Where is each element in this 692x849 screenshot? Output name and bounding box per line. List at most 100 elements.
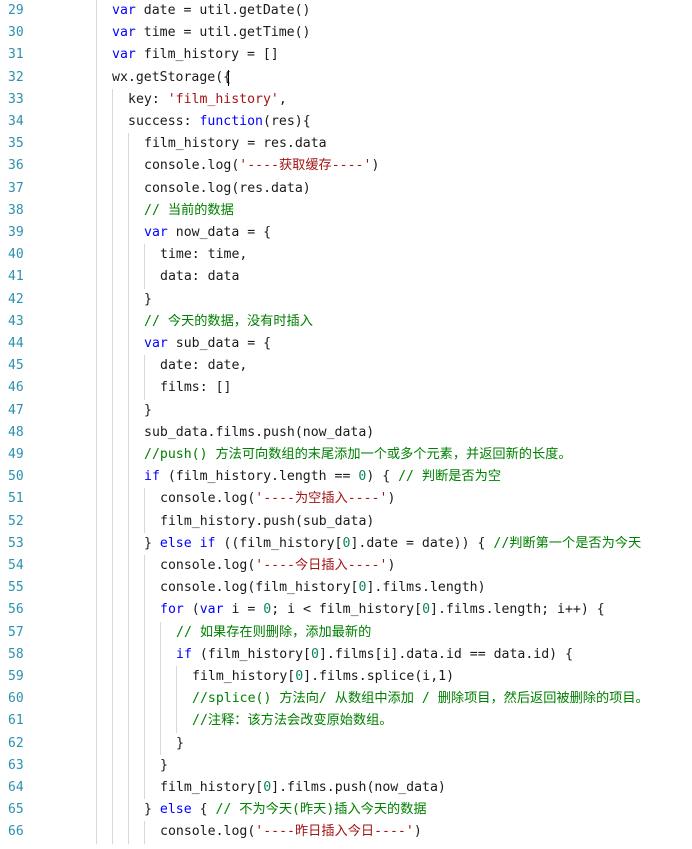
code-token: console.log( <box>160 824 256 840</box>
code-text: if (film_history[0].films[i].data.id == … <box>176 644 573 666</box>
code-line[interactable]: 59 film_history[0].films.splice(i,1) <box>0 666 692 689</box>
code-text: var date = util.getDate() <box>112 0 311 22</box>
indent-guide <box>96 222 97 245</box>
code-text: } <box>144 400 152 422</box>
code-line[interactable]: 57 // 如果存在则删除，添加最新的 <box>0 621 692 644</box>
code-text: film_history.push(sub_data) <box>160 511 374 533</box>
code-line[interactable]: 64 film_history[0].films.push(now_data) <box>0 777 692 800</box>
code-line[interactable]: 66 console.log('----昨日插入今日----') <box>0 821 692 844</box>
indent-guide <box>128 133 129 156</box>
code-line[interactable]: 63} <box>0 754 692 777</box>
code-line[interactable]: 61 //注释：该方法会改变原始数组。 <box>0 710 692 733</box>
indent-guide <box>144 754 145 777</box>
code-line[interactable]: 65} else { // 不为今天(昨天)插入今天的数据 <box>0 799 692 822</box>
code-line[interactable]: 29 var date = util.getDate() <box>0 0 692 23</box>
code-token: i = <box>223 602 264 618</box>
code-line[interactable]: 62} <box>0 732 692 755</box>
code-token: film_history[ <box>160 780 264 795</box>
line-number: 56 <box>8 602 24 618</box>
code-line[interactable]: 54 console.log('----今日插入----') <box>0 555 692 578</box>
indent-guide <box>96 777 97 800</box>
code-text: console.log('----获取缓存----') <box>144 155 379 177</box>
indent-guide <box>144 377 145 400</box>
code-token: console.log( <box>160 558 256 573</box>
indent-guide <box>112 821 113 844</box>
code-line[interactable]: 48 sub_data.films.push(now_data) <box>0 421 692 444</box>
code-line[interactable]: 51 console.log('----为空插入----') <box>0 488 692 511</box>
code-line[interactable]: 35 film_history = res.data <box>0 133 692 156</box>
code-line[interactable]: 52 film_history.push(sub_data) <box>0 510 692 533</box>
indent-guide <box>96 643 97 666</box>
indent-guide <box>96 444 97 467</box>
code-text: var sub_data = { <box>144 333 271 355</box>
indent-guide <box>112 532 113 555</box>
indent-guide <box>144 777 145 800</box>
code-line[interactable]: 34 success: function(res){ <box>0 111 692 134</box>
indent-guide <box>160 621 161 644</box>
code-line[interactable]: 37 console.log(res.data) <box>0 177 692 200</box>
indent-guide <box>128 466 129 489</box>
indent-guide <box>128 288 129 311</box>
code-line[interactable]: 43 // 今天的数据，没有时插入 <box>0 310 692 333</box>
indent-guide <box>112 510 113 533</box>
code-token: time: time, <box>160 247 248 263</box>
code-line[interactable]: 42} <box>0 288 692 311</box>
code-token: 0 <box>310 646 319 662</box>
code-token: success: <box>128 114 200 129</box>
code-line[interactable]: 49 //push() 方法可向数组的末尾添加一个或多个元素，并返回新的长度。 <box>0 444 692 467</box>
code-line[interactable]: 58 if (film_history[0].films[i].data.id =… <box>0 643 692 666</box>
code-text: wx.getStorage({ <box>112 67 231 89</box>
code-line[interactable]: 40 time: time, <box>0 244 692 267</box>
code-line[interactable]: 39 var now_data = { <box>0 222 692 245</box>
indent-guide <box>96 688 97 711</box>
code-line[interactable]: 36 console.log('----获取缓存----') <box>0 155 692 178</box>
code-line[interactable]: 31 var film_history = [] <box>0 44 692 67</box>
line-number: 37 <box>8 180 24 196</box>
indent-guide <box>96 821 97 844</box>
code-line[interactable]: 47} <box>0 399 692 422</box>
code-line[interactable]: 44 var sub_data = { <box>0 333 692 356</box>
code-token: ) <box>387 558 396 573</box>
code-line[interactable]: 50 if (film_history.length == 0) { // 判断是… <box>0 466 692 489</box>
indent-guide <box>144 599 145 622</box>
code-token: time = util.getTime() <box>135 25 311 41</box>
indent-guide <box>128 199 129 222</box>
code-token: , <box>278 91 287 107</box>
code-token: sub_data = { <box>167 336 272 351</box>
code-line[interactable]: 56 for (var i = 0; i < film_history[0].fi… <box>0 599 692 622</box>
indent-guide <box>96 111 97 134</box>
indent-guide <box>112 355 113 378</box>
code-token: console.log( <box>144 158 240 174</box>
indent-guide <box>176 710 177 733</box>
code-text: console.log('----昨日插入今日----') <box>160 821 422 843</box>
code-token: (res){ <box>263 114 311 129</box>
indent-guide <box>144 666 145 689</box>
code-token: // 如果存在则删除，添加最新的 <box>176 624 372 640</box>
indent-guide <box>128 621 129 644</box>
indent-guide <box>144 821 145 844</box>
code-token: // 不为今天(昨天)插入今天的数据 <box>215 802 427 818</box>
code-line[interactable]: 45 date: date, <box>0 355 692 378</box>
indent-guide <box>96 621 97 644</box>
code-token: sub_data.films.push(now_data) <box>144 424 375 440</box>
code-line[interactable]: 53} else if ((film_history[0].date = dat… <box>0 532 692 555</box>
code-line[interactable]: 60 //splice() 方法向/ 从数组中添加 / 删除项目，然后返回被删除的… <box>0 688 692 711</box>
code-text: // 如果存在则删除，添加最新的 <box>176 622 371 644</box>
code-editor[interactable]: 29 var date = util.getDate() 30 var time = … <box>0 0 692 849</box>
line-number: 42 <box>8 291 24 307</box>
indent-guide <box>112 488 113 511</box>
indent-guide <box>112 310 113 333</box>
indent-guide <box>112 577 113 600</box>
code-line[interactable]: 55 console.log(film_history[0].films.leng… <box>0 577 692 600</box>
code-line[interactable]: 38 // 当前的数据 <box>0 199 692 222</box>
line-number: 64 <box>8 780 24 795</box>
code-line[interactable]: 30 var time = util.getTime() <box>0 22 692 45</box>
indent-guide <box>112 177 113 200</box>
code-line[interactable]: 32 wx.getStorage({ <box>0 66 692 89</box>
code-line[interactable]: 46 films: [] <box>0 377 692 400</box>
code-line[interactable]: 33 key: 'film_history', <box>0 88 692 111</box>
code-line[interactable]: 41 data: data <box>0 266 692 289</box>
line-number: 30 <box>8 25 24 41</box>
code-token: // 判断是否为空 <box>398 469 502 485</box>
indent-guide <box>128 754 129 777</box>
